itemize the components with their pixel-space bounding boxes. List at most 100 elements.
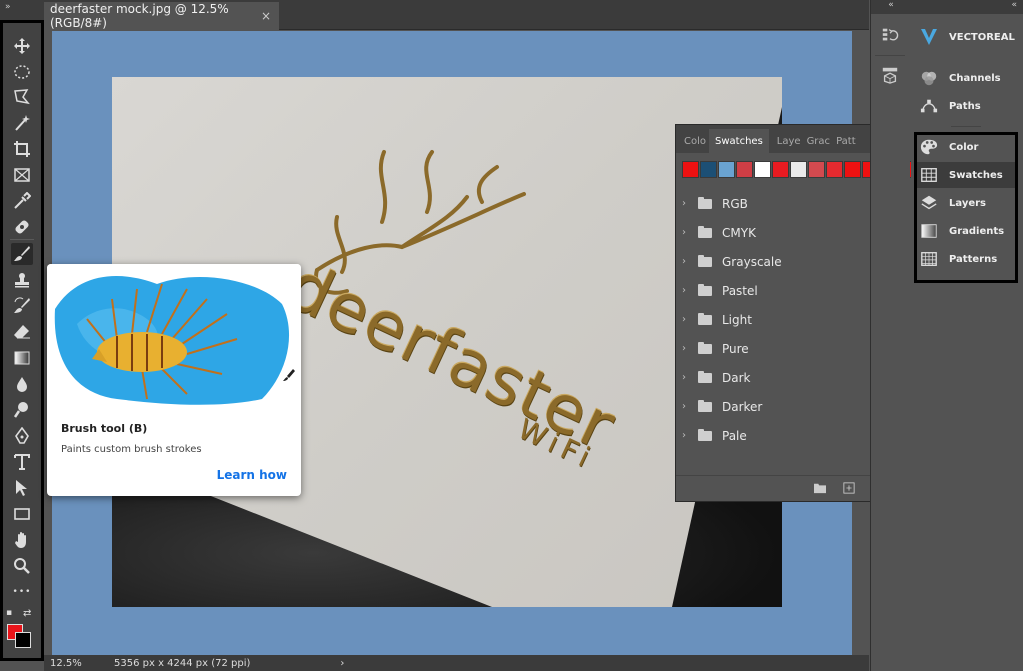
dock-collapse-bar: «	[871, 0, 911, 14]
dock-wide-collapse-bar: «	[911, 0, 1023, 14]
folder-icon	[698, 428, 712, 441]
magic-wand-icon[interactable]	[11, 112, 33, 134]
vectoreal-logo-icon	[919, 28, 939, 46]
paths-icon	[919, 97, 939, 115]
learn-how-link[interactable]: Learn how	[217, 468, 287, 482]
tab-layers[interactable]: Laye	[769, 129, 804, 153]
history-icon[interactable]	[879, 24, 901, 46]
brush-icon[interactable]	[11, 243, 33, 265]
tab-swatches[interactable]: Swatches	[709, 129, 769, 153]
swatch-chip[interactable]	[808, 161, 825, 178]
status-menu-icon[interactable]: ›	[340, 658, 344, 669]
swatch-group[interactable]: › Pastel	[676, 276, 894, 305]
dodge-icon[interactable]	[11, 399, 33, 421]
ellipse-marquee-icon[interactable]	[11, 61, 33, 83]
eraser-icon[interactable]	[11, 321, 33, 343]
swatch-chip[interactable]	[790, 161, 807, 178]
close-icon[interactable]: ×	[261, 9, 271, 23]
gradient-icon[interactable]	[11, 347, 33, 369]
swatch-group[interactable]: › Light	[676, 305, 894, 334]
tab-patterns[interactable]: Patt	[833, 129, 859, 153]
chevron-right-icon[interactable]: ›	[682, 198, 698, 209]
swatch-group[interactable]: › Dark	[676, 363, 894, 392]
folder-icon	[698, 196, 712, 209]
tooltip-title: Brush tool (B)	[61, 422, 148, 435]
arrow-icon[interactable]	[11, 477, 33, 499]
history-brush-icon[interactable]	[11, 295, 33, 317]
chevron-right-icon[interactable]: ›	[682, 227, 698, 238]
rectangle-icon[interactable]	[11, 503, 33, 525]
swatch-chip[interactable]	[844, 161, 861, 178]
swatch-chip[interactable]	[700, 161, 717, 178]
tooltip-description: Paints custom brush strokes	[61, 444, 202, 455]
default-colors-icon[interactable]: ▪	[6, 608, 12, 618]
dock-collapse-icon[interactable]: «	[888, 0, 894, 10]
new-swatch-icon[interactable]	[841, 481, 857, 495]
magnifier-icon[interactable]	[11, 555, 33, 577]
chevron-right-icon[interactable]: ›	[682, 285, 698, 296]
drop-icon[interactable]	[11, 373, 33, 395]
swatch-chip[interactable]	[682, 161, 699, 178]
swatch-group-label: CMYK	[722, 225, 756, 240]
tab-color[interactable]: Colo	[676, 129, 709, 153]
tooltip-preview-image	[47, 264, 301, 409]
swatch-chip[interactable]	[754, 161, 771, 178]
folder-icon	[698, 312, 712, 325]
new-group-folder-icon[interactable]	[812, 481, 828, 495]
document-size: 5356 px x 4244 px (72 ppi)	[114, 657, 251, 669]
swatch-group-label: Pale	[722, 428, 747, 443]
more-tools-icon[interactable]: •••	[11, 581, 33, 603]
type-icon[interactable]	[11, 451, 33, 473]
background-color-swatch[interactable]	[15, 632, 31, 648]
dock-icons-column: «	[870, 0, 911, 671]
swatch-chip[interactable]	[718, 161, 735, 178]
folder-icon	[698, 399, 712, 412]
tab-gradients[interactable]: Grac	[804, 129, 834, 153]
polygonal-lasso-icon[interactable]	[11, 86, 33, 108]
dock-item-vectoreal[interactable]: VECTOREAL	[915, 24, 1015, 50]
crop-icon[interactable]	[11, 138, 33, 160]
swatch-group[interactable]: › Darker	[676, 392, 894, 421]
chevron-right-icon[interactable]: ›	[682, 372, 698, 383]
folder-icon	[698, 254, 712, 267]
chevron-right-icon[interactable]: ›	[682, 430, 698, 441]
document-tab-title: deerfaster mock.jpg @ 12.5% (RGB/8#)	[50, 2, 229, 30]
swatch-group[interactable]: › Pure	[676, 334, 894, 363]
dock-item-label: Channels	[949, 72, 1001, 84]
dock-item-paths[interactable]: Paths	[915, 93, 1015, 119]
toolbar-collapse-icon[interactable]: »	[5, 2, 11, 12]
dock-item-channels[interactable]: Channels	[915, 65, 1015, 91]
chevron-right-icon[interactable]: ›	[682, 401, 698, 412]
swatch-group-label: Light	[722, 312, 752, 327]
move-icon[interactable]	[11, 35, 33, 57]
chevron-right-icon[interactable]: ›	[682, 343, 698, 354]
swatch-group-label: RGB	[722, 196, 748, 211]
chevron-right-icon[interactable]: ›	[682, 256, 698, 267]
swatch-chip[interactable]	[772, 161, 789, 178]
swatch-group[interactable]: › CMYK	[676, 218, 894, 247]
swatch-group[interactable]: › Grayscale	[676, 247, 894, 276]
swatch-chip[interactable]	[826, 161, 843, 178]
hand-icon[interactable]	[11, 529, 33, 551]
folder-icon	[698, 283, 712, 296]
tools-panel: ••• ▪ ⇄	[0, 20, 44, 661]
swatch-group-label: Pastel	[722, 283, 758, 298]
eyedropper-icon[interactable]	[11, 190, 33, 212]
dock-panels-column: « VECTOREAL Channels Paths Color Swatche…	[911, 0, 1023, 671]
document-tab[interactable]: deerfaster mock.jpg @ 12.5% (RGB/8#) ×	[44, 2, 279, 30]
cube-icon[interactable]	[879, 64, 901, 86]
swap-colors-icon[interactable]: ⇄	[23, 608, 31, 619]
frame-icon[interactable]	[11, 164, 33, 186]
swatch-group[interactable]: › RGB	[676, 189, 894, 218]
stamp-icon[interactable]	[11, 269, 33, 291]
folder-icon	[698, 341, 712, 354]
chevron-right-icon[interactable]: ›	[682, 314, 698, 325]
dock-wide-collapse-icon[interactable]: «	[1011, 0, 1017, 10]
bandage-icon[interactable]	[11, 216, 33, 238]
folder-icon	[698, 225, 712, 238]
swatch-chip[interactable]	[736, 161, 753, 178]
pen-icon[interactable]	[11, 425, 33, 447]
zoom-level[interactable]: 12.5%	[44, 658, 84, 669]
swatch-group-label: Darker	[722, 399, 763, 414]
swatch-group[interactable]: › Pale	[676, 421, 894, 450]
